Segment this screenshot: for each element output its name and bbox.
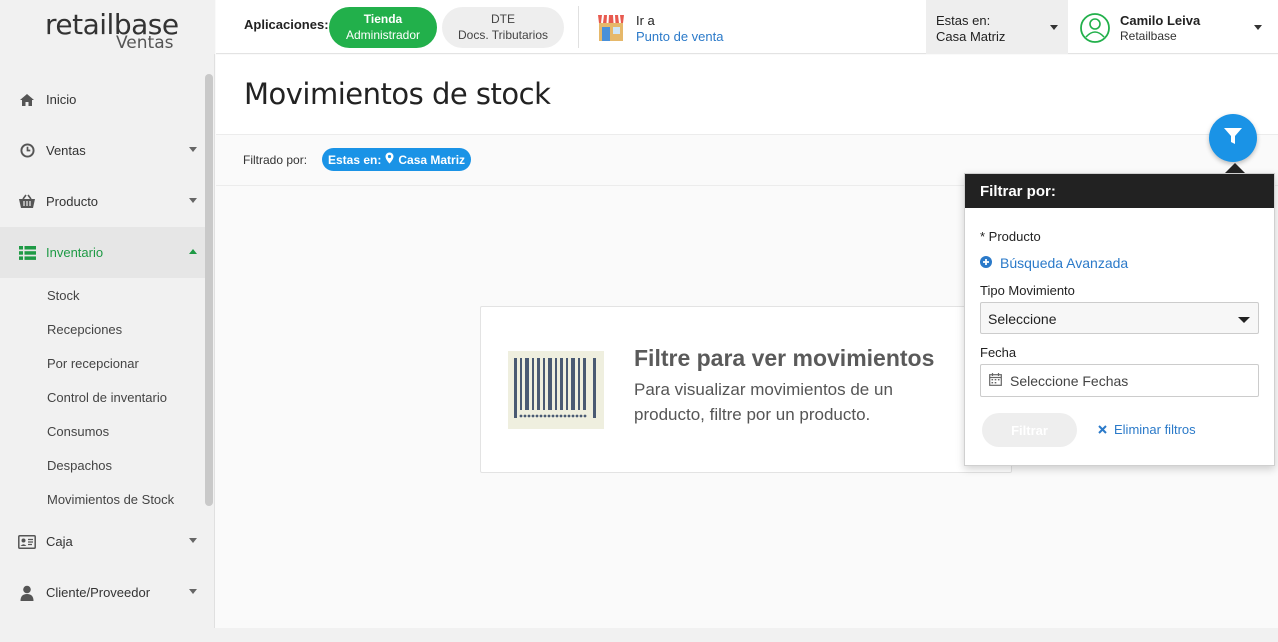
movement-type-select[interactable]: Seleccione (980, 302, 1259, 334)
plus-circle-icon (980, 255, 992, 271)
calendar-icon (989, 372, 1002, 389)
empty-state-card: Filtre para ver movimientos Para visuali… (480, 306, 1012, 473)
sidebar-subitem-stock[interactable]: Stock (0, 278, 205, 312)
sidebar-item-label: Producto (46, 194, 99, 209)
apply-filter-button[interactable]: Filtrar (982, 413, 1077, 447)
chevron-down-icon (1050, 25, 1058, 30)
funnel-icon (1223, 126, 1243, 151)
sidebar-item-label: Caja (46, 534, 73, 549)
date-placeholder: Seleccione Fechas (1010, 372, 1129, 389)
sidebar-item-inicio[interactable]: Inicio (0, 74, 205, 125)
app-dte-button[interactable]: DTE Docs. Tributarios (442, 7, 564, 48)
bottom-strip (0, 628, 1278, 642)
chevron-down-icon (189, 589, 197, 594)
basket-icon (18, 193, 36, 211)
sidebar-item-inventario[interactable]: Inventario (0, 227, 205, 278)
filter-panel-arrow (1225, 163, 1245, 173)
chevron-up-icon (189, 249, 197, 254)
clear-filters-label: Eliminar filtros (1114, 422, 1196, 437)
sidebar-item-label: Cliente/Proveedor (46, 585, 151, 600)
page-header: Movimientos de stock (216, 55, 1278, 135)
chevron-down-icon (189, 538, 197, 543)
page-title: Movimientos de stock (244, 77, 551, 111)
clock-icon (18, 142, 36, 160)
filter-panel: Filtrar por: * Producto Búsqueda Avanzad… (964, 173, 1275, 466)
advanced-search-link[interactable]: Búsqueda Avanzada (980, 255, 1128, 271)
brand-sub: Ventas (116, 33, 174, 53)
sidebar-item-ventas[interactable]: Ventas (0, 125, 205, 176)
user-name[interactable]: Camilo Leiva (1120, 13, 1200, 28)
sidebar-subitem-control-inventario[interactable]: Control de inventario (0, 380, 205, 414)
id-card-icon (18, 533, 36, 551)
app-pill-line1: DTE (491, 12, 515, 26)
movement-type-label: Tipo Movimiento (980, 283, 1075, 298)
filter-panel-title: Filtrar por: (965, 174, 1274, 208)
pos-link[interactable]: Punto de venta (636, 29, 723, 44)
barcode-icon (508, 351, 604, 429)
home-icon (18, 91, 36, 109)
app-pill-line2: Administrador (345, 28, 421, 42)
list-icon (18, 244, 36, 262)
chevron-down-icon[interactable] (1254, 25, 1262, 30)
sidebar-subitem-por-recepcionar[interactable]: Por recepcionar (0, 346, 205, 380)
date-range-input[interactable]: Seleccione Fechas (980, 364, 1259, 397)
location-filter-chip[interactable]: Estas en: Casa Matriz (322, 148, 472, 171)
brand-logo[interactable]: retailbase Ventas (0, 0, 215, 54)
filter-fab-button[interactable] (1209, 114, 1257, 162)
location-selector[interactable]: Estas en: Casa Matriz (926, 0, 1068, 54)
chip-prefix: Estas en: (328, 152, 382, 167)
goto-label: Ir a (636, 13, 655, 28)
apps-label: Aplicaciones: (244, 17, 329, 32)
topbar: Aplicaciones: Tienda Administrador DTE D… (216, 0, 1278, 54)
chevron-down-icon (189, 198, 197, 203)
sidebar-subitem-consumos[interactable]: Consumos (0, 414, 205, 448)
sidebar-scrollbar[interactable] (205, 74, 213, 506)
chevron-down-icon (1238, 317, 1250, 323)
app-pill-line2: Docs. Tributarios (457, 28, 549, 42)
empty-state-title: Filtre para ver movimientos (634, 345, 935, 371)
sidebar-nav: Inicio Ventas Producto Inventario Stock (0, 74, 205, 618)
sidebar-item-cliente-proveedor[interactable]: Cliente/Proveedor (0, 567, 205, 618)
map-pin-icon (385, 152, 394, 167)
sidebar-item-label: Inventario (46, 245, 104, 260)
topbar-divider (578, 6, 579, 48)
user-company: Retailbase (1120, 29, 1177, 43)
location-label: Estas en: (936, 13, 991, 28)
product-label: * Producto (980, 229, 1041, 244)
chip-value: Casa Matriz (398, 152, 466, 167)
date-label: Fecha (980, 345, 1017, 360)
location-value: Casa Matriz (936, 29, 1006, 44)
avatar-icon[interactable] (1080, 13, 1110, 43)
app-pill-line1: Tienda (363, 12, 403, 26)
filtered-by-label: Filtrado por: (243, 153, 308, 167)
empty-state-description: Para visualizar movimientos de un produc… (634, 380, 893, 424)
sidebar-item-producto[interactable]: Producto (0, 176, 205, 227)
user-icon (18, 584, 36, 602)
sidebar-item-caja[interactable]: Caja (0, 516, 205, 567)
sidebar-subitem-recepciones[interactable]: Recepciones (0, 312, 205, 346)
sidebar-subitem-movimientos-stock[interactable]: Movimientos de Stock (0, 482, 205, 516)
inventario-submenu: Stock Recepciones Por recepcionar Contro… (0, 278, 205, 516)
clear-filters-link[interactable]: Eliminar filtros (1098, 422, 1196, 437)
sidebar-item-label: Ventas (46, 143, 86, 158)
app-tienda-button[interactable]: Tienda Administrador (329, 7, 437, 48)
advanced-search-label: Búsqueda Avanzada (1000, 255, 1129, 271)
sidebar-item-label: Inicio (46, 92, 77, 107)
sidebar: retailbase Ventas Inicio Ventas Producto (0, 0, 215, 642)
close-icon (1098, 422, 1107, 437)
movement-type-value: Seleccione (988, 311, 1057, 327)
store-icon[interactable] (597, 12, 625, 42)
sidebar-subitem-despachos[interactable]: Despachos (0, 448, 205, 482)
chevron-down-icon (189, 147, 197, 152)
